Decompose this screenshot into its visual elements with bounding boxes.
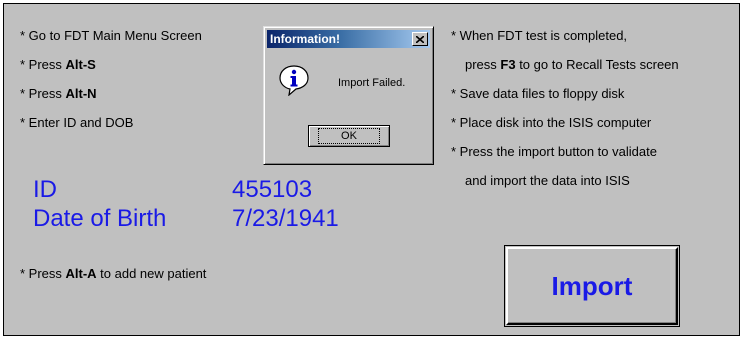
step-text: * Press (20, 86, 66, 101)
step-key: F3 (500, 57, 516, 72)
step-import-isis: and import the data into ISIS (465, 173, 630, 188)
step-place-disk: * Place disk into the ISIS computer (451, 115, 652, 130)
step-press-alt-s: * Press Alt-S (20, 57, 96, 72)
ok-button[interactable]: OK (308, 125, 390, 147)
step-go-to-main-menu: * Go to FDT Main Menu Screen (20, 28, 202, 43)
import-button[interactable]: Import (504, 245, 680, 327)
step-key: Alt-N (65, 86, 97, 101)
dob-value: 7/23/1941 (232, 205, 339, 232)
step-text: press (465, 57, 501, 72)
step-key: Alt-S (65, 57, 96, 72)
id-label: ID (33, 176, 57, 203)
information-dialog: Information! Import Failed. OK (263, 26, 434, 165)
dob-label: Date of Birth (33, 205, 167, 232)
step-press-alt-n: * Press Alt-N (20, 86, 97, 101)
step-text: * Press (20, 57, 66, 72)
step-text: to add new patient (96, 266, 207, 281)
step-text: * Press (20, 266, 66, 281)
step-fdt-completed: * When FDT test is completed, (451, 28, 628, 43)
close-icon (416, 35, 424, 43)
dialog-title: Information! (270, 32, 340, 46)
step-add-patient: * Press Alt-A to add new patient (20, 266, 206, 281)
step-press-f3: press F3 to go to Recall Tests screen (465, 57, 679, 72)
id-value: 455103 (232, 176, 313, 203)
close-button[interactable] (412, 32, 428, 46)
step-text: * Go to FDT Main Menu Screen (20, 28, 202, 43)
step-enter-id-dob: * Enter ID and DOB (20, 115, 133, 130)
ok-label: OK (318, 128, 380, 144)
information-icon (279, 65, 309, 96)
main-panel: * Go to FDT Main Menu Screen * Press Alt… (3, 3, 740, 336)
step-save-floppy: * Save data files to floppy disk (451, 86, 625, 101)
step-text: * Enter ID and DOB (20, 115, 134, 130)
dialog-title-bar[interactable]: Information! (267, 30, 430, 48)
step-key: Alt-A (65, 266, 97, 281)
step-text: to go to Recall Tests screen (515, 57, 679, 72)
dialog-message: Import Failed. (338, 77, 406, 89)
step-press-import: * Press the import button to validate (451, 144, 657, 159)
